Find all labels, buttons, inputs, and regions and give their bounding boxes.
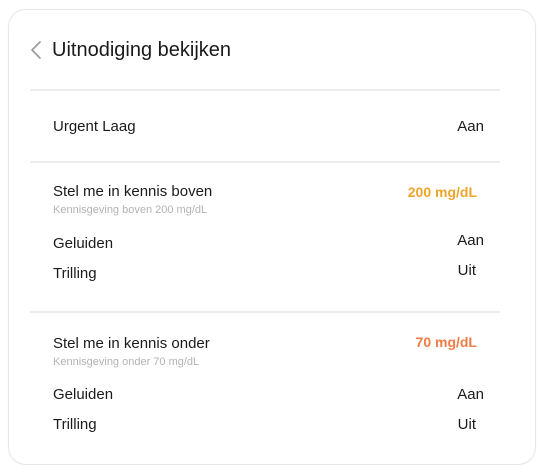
high-alert-subtitle: Kennisgeving boven 200 mg/dL <box>53 204 208 216</box>
chevron-left-icon[interactable] <box>29 39 43 61</box>
low-alert-title: Stel me in kennis onder <box>53 335 210 352</box>
urgent-low-label: Urgent Laag <box>53 118 136 135</box>
low-sounds-label: Geluiden <box>53 386 114 403</box>
low-vibration-value[interactable]: Uit <box>458 415 476 435</box>
low-alert-subtitle: Kennisgeving onder 70 mg/dL <box>53 356 200 368</box>
low-sounds-value[interactable]: Aan <box>457 385 484 405</box>
high-sounds-label: Geluiden <box>53 235 114 252</box>
divider <box>30 89 500 91</box>
divider <box>30 311 500 313</box>
urgent-low-value[interactable]: Aan <box>457 117 484 137</box>
low-vibration-label: Trilling <box>53 416 97 433</box>
high-vibration-label: Trilling <box>53 265 97 282</box>
high-sounds-value[interactable]: Aan <box>457 231 484 251</box>
high-alert-title: Stel me in kennis boven <box>53 183 213 200</box>
page-title: Uitnodiging bekijken <box>52 39 232 61</box>
divider <box>30 161 500 163</box>
high-alert-threshold[interactable]: 200 mg/dL <box>408 182 477 202</box>
low-alert-threshold[interactable]: 70 mg/dL <box>416 332 477 352</box>
high-vibration-value[interactable]: Uit <box>458 261 476 281</box>
